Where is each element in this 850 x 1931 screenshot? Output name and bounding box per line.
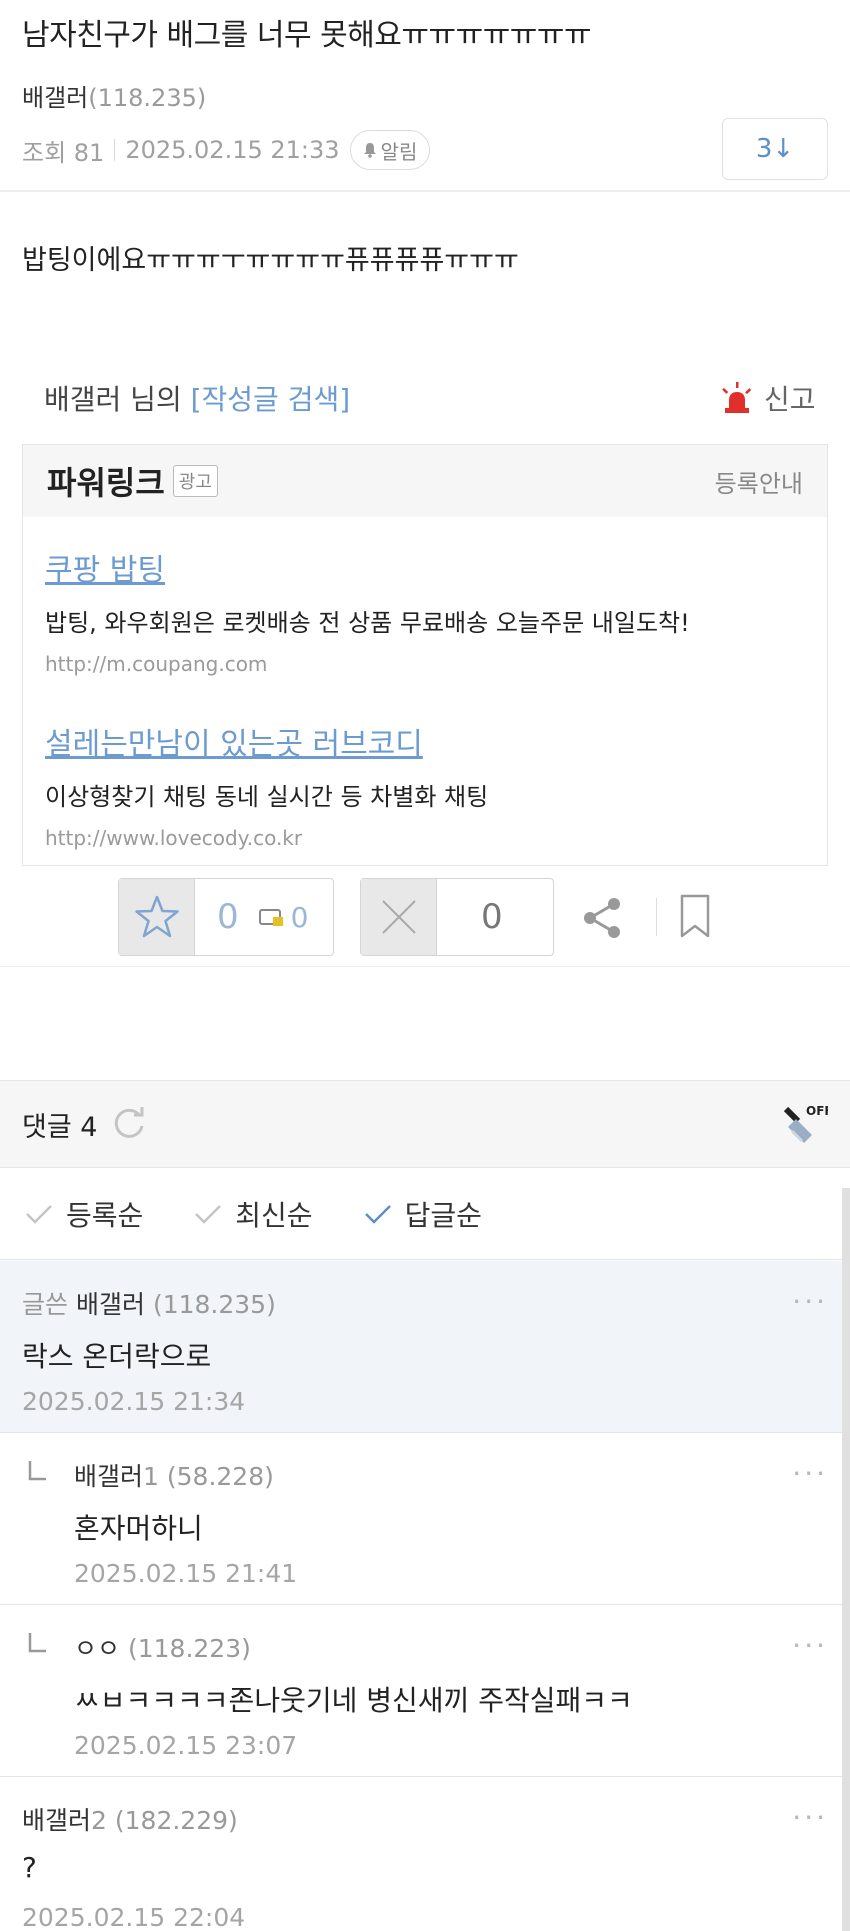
comment-text: 혼자머하니: [74, 1512, 203, 1545]
comment-date: 2025.02.15 23:07: [74, 1731, 298, 1760]
sort-label: 최신순: [235, 1198, 313, 1232]
star-icon: [134, 895, 179, 938]
sort-label: 답글순: [404, 1198, 482, 1232]
dislike-button[interactable]: 0: [360, 878, 554, 956]
post-title: 남자친구가 배그를 너무 못해요ㅠㅠㅠㅠㅠㅠㅠ: [22, 18, 592, 53]
comment-text: ?: [22, 1851, 37, 1884]
author-name[interactable]: 배갤러: [22, 84, 88, 112]
sort-by-replies[interactable]: 답글순: [363, 1194, 482, 1234]
post-author[interactable]: 배갤러(118.235): [22, 78, 206, 113]
comment-sort-bar: 등록순 최신순 답글순: [0, 1168, 850, 1260]
comment-date: 2025.02.15 21:34: [22, 1387, 246, 1416]
clean-comment-icon[interactable]: OFF: [782, 1101, 828, 1147]
comment-meta: 배갤러2 (182.229): [22, 1801, 238, 1837]
comment-count: 댓글 4: [22, 1111, 98, 1143]
ad-item[interactable]: 쿠팡 밥팅 밥팅, 와우회원은 로켓배송 전 상품 무료배송 오늘주문 내일도착…: [45, 545, 690, 676]
post-meta: 조회 81 2025.02.15 21:33 알림: [22, 130, 431, 170]
comment-text: ㅆㅂㅋㅋㅋㅋ존나웃기네 병신새끼 주작실패ㅋㅋ: [74, 1684, 633, 1717]
powerlink-title: 파워링크: [47, 464, 165, 502]
comment-date: 2025.02.15 22:04: [22, 1903, 246, 1931]
comment-ip: (58.228): [166, 1462, 274, 1491]
sort-by-register[interactable]: 등록순: [24, 1194, 143, 1234]
bell-icon: [363, 143, 376, 158]
post-header: 남자친구가 배그를 너무 못해요ㅠㅠㅠㅠㅠㅠㅠ 배갤러(118.235) 조회 …: [0, 0, 850, 192]
fixed-recommend-icon: [258, 909, 283, 926]
comment-text: 락스 온더락으로: [22, 1340, 212, 1373]
ad-url: http://m.coupang.com: [45, 652, 268, 676]
comment-author[interactable]: 배갤러2: [22, 1806, 107, 1835]
dislike-count: 0: [481, 897, 503, 937]
ad-description: 이상형찾기 채팅 동네 실시간 등 차별화 채팅: [45, 783, 489, 811]
view-count: 조회 81: [22, 138, 105, 167]
author-search-link[interactable]: [작성글 검색]: [191, 383, 351, 416]
reply-arrow-icon: [28, 1633, 46, 1653]
more-icon[interactable]: ···: [792, 1285, 828, 1318]
alarm-button[interactable]: 알림: [349, 130, 431, 170]
check-icon: [26, 1204, 52, 1224]
dislike-icon-box[interactable]: [361, 879, 437, 955]
reply-item: 배갤러1 (58.228) ··· 혼자머하니 2025.02.15 21:41: [0, 1433, 850, 1605]
recommend-icon-box[interactable]: [119, 879, 195, 955]
report-button[interactable]: 신고: [722, 378, 816, 418]
ad-description: 밥팅, 와우회원은 로켓배송 전 상품 무료배송 오늘주문 내일도착!: [45, 609, 690, 637]
share-icon[interactable]: [580, 896, 624, 940]
scrollbar[interactable]: [842, 1188, 850, 1931]
more-icon[interactable]: ···: [792, 1629, 828, 1662]
writer-tag: 글쓴: [22, 1290, 69, 1319]
ad-badge: 광고: [172, 465, 218, 497]
reply-jump-button[interactable]: 3↓: [722, 118, 828, 180]
comments-header: 댓글 4 OFF: [0, 1080, 850, 1168]
comment-meta: 글쓴 배갤러 (118.235): [22, 1285, 276, 1321]
check-icon: [364, 1204, 391, 1224]
post-datetime: 2025.02.15 21:33: [125, 136, 340, 164]
powerlink-ad: 파워링크 광고 등록안내 쿠팡 밥팅 밥팅, 와우회원은 로켓배송 전 상품 무…: [22, 444, 828, 866]
comment-ip: (118.235): [152, 1290, 276, 1319]
ad-title-link[interactable]: 쿠팡 밥팅: [45, 545, 690, 589]
post-action-bar: 0 0 0: [118, 878, 718, 956]
sort-by-latest[interactable]: 최신순: [193, 1194, 313, 1234]
ad-url: http://www.lovecody.co.kr: [45, 826, 303, 850]
post-body: 밥팅이에요ㅠㅠㅠㅜㅠㅠㅠㅠ퓨퓨퓨퓨ㅠㅠㅠ: [22, 245, 519, 276]
alarm-label: 알림: [380, 139, 418, 164]
comment-author[interactable]: ㅇㅇ: [74, 1634, 120, 1663]
comment-meta: ㅇㅇ (118.223): [74, 1629, 251, 1665]
comment-author[interactable]: 배갤러: [76, 1290, 145, 1319]
powerlink-header: 파워링크 광고 등록안내: [23, 445, 827, 517]
section-divider: [0, 966, 850, 967]
refresh-icon[interactable]: [111, 1106, 147, 1142]
comment-item: 글쓴 배갤러 (118.235) ··· 락스 온더락으로 2025.02.15…: [0, 1261, 850, 1433]
ad-title-link[interactable]: 설레는만남이 있는곳 러브코디: [45, 719, 488, 763]
author-ip: (118.235): [88, 84, 207, 112]
author-search-prefix: 배갤러 님의: [44, 383, 191, 416]
recommend-count: 0: [217, 897, 239, 937]
more-icon[interactable]: ···: [792, 1801, 828, 1834]
fixed-recommend-count: 0: [290, 900, 309, 934]
report-label: 신고: [764, 383, 816, 416]
check-icon: [195, 1204, 222, 1224]
comment-ip: (118.223): [127, 1634, 251, 1663]
reply-arrow-icon: [28, 1461, 46, 1481]
comment-ip: (182.229): [114, 1806, 238, 1835]
x-icon: [381, 900, 416, 934]
ad-register-link[interactable]: 등록안내: [715, 464, 803, 499]
recommend-button[interactable]: 0 0: [118, 878, 334, 956]
sort-label: 등록순: [66, 1198, 144, 1232]
comment-author[interactable]: 배갤러1: [74, 1462, 159, 1491]
meta-divider: [114, 139, 116, 161]
comment-meta: 배갤러1 (58.228): [74, 1457, 274, 1493]
ad-item[interactable]: 설레는만남이 있는곳 러브코디 이상형찾기 채팅 동네 실시간 등 차별화 채팅…: [45, 719, 488, 850]
reply-item: ㅇㅇ (118.223) ··· ㅆㅂㅋㅋㅋㅋ존나웃기네 병신새끼 주작실패ㅋㅋ…: [0, 1605, 850, 1777]
comment-date: 2025.02.15 21:41: [74, 1559, 298, 1588]
author-search: 배갤러 님의 [작성글 검색]: [44, 378, 350, 418]
more-icon[interactable]: ···: [792, 1457, 828, 1490]
action-divider: [656, 898, 657, 936]
clean-comment-label: OFF: [806, 1104, 828, 1118]
siren-icon: [722, 382, 752, 413]
bookmark-icon[interactable]: [678, 894, 712, 938]
comment-item: 배갤러2 (182.229) ··· ? 2025.02.15 22:04: [0, 1777, 850, 1931]
